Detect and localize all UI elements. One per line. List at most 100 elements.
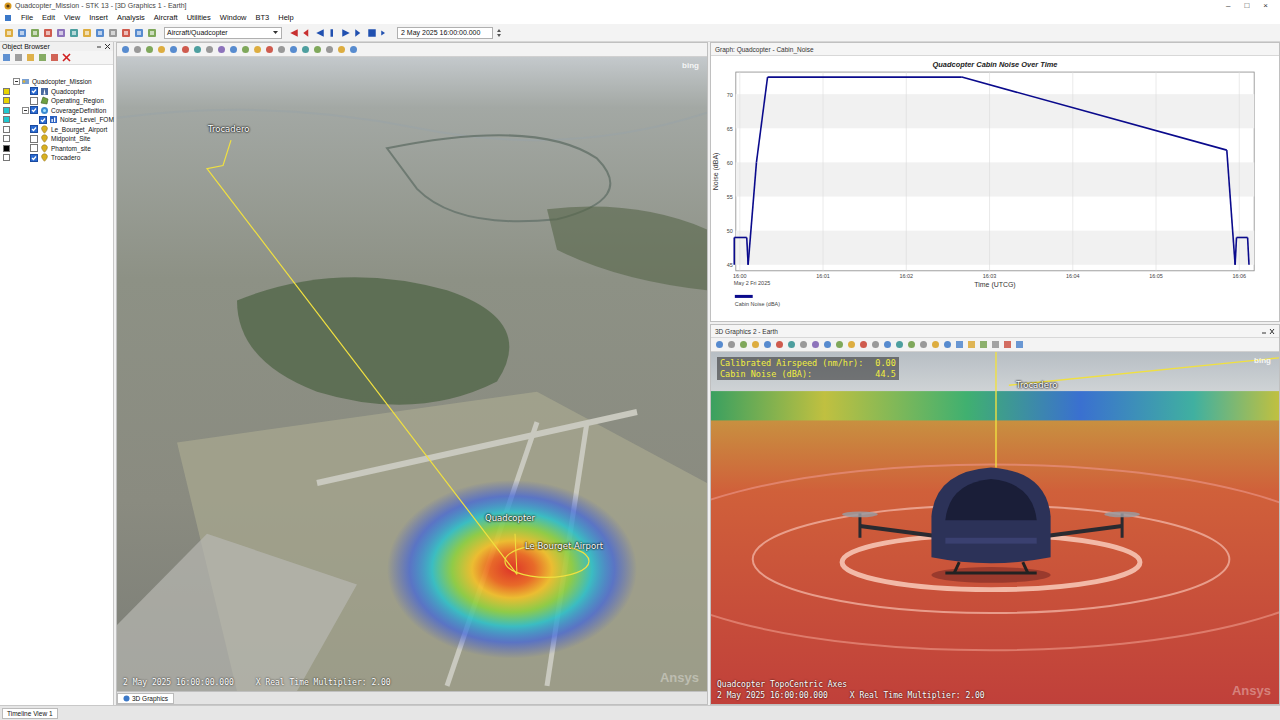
playback-icon[interactable]	[328, 28, 338, 38]
graphics-tool-icon[interactable]	[847, 340, 856, 349]
graphics-tool-icon[interactable]	[799, 340, 808, 349]
browser-tool-icon[interactable]	[2, 53, 11, 62]
collapse-icon[interactable]	[22, 107, 29, 114]
graphics-tool-icon[interactable]	[991, 340, 1000, 349]
tool-icon[interactable]	[69, 28, 79, 38]
collapse-icon[interactable]	[13, 78, 20, 85]
graphics-tool-icon[interactable]	[337, 45, 346, 54]
graphics-tool-icon[interactable]	[811, 340, 820, 349]
window-control-button[interactable]: ×	[1263, 1, 1268, 11]
graphics-tool-icon[interactable]	[919, 340, 928, 349]
menu-item[interactable]: Utilities	[187, 13, 211, 22]
graphics-tool-icon[interactable]	[181, 45, 190, 54]
graphics-tool-icon[interactable]	[193, 45, 202, 54]
graphics-tool-icon[interactable]	[727, 340, 736, 349]
menu-item[interactable]: Insert	[89, 13, 108, 22]
graphics-tool-icon[interactable]	[157, 45, 166, 54]
airport-label[interactable]: Le Bourget Airport	[525, 541, 603, 551]
visibility-checkbox[interactable]	[30, 125, 38, 133]
graphics-tool-icon[interactable]	[955, 340, 964, 349]
visibility-checkbox[interactable]	[30, 135, 38, 143]
visibility-checkbox[interactable]	[30, 144, 38, 152]
object-selector[interactable]: Aircraft/Quadcopter	[164, 27, 282, 39]
graphics-tool-icon[interactable]	[979, 340, 988, 349]
playback-icon[interactable]	[315, 28, 325, 38]
graphics-tool-icon[interactable]	[835, 340, 844, 349]
graphics-tool-icon[interactable]	[943, 340, 952, 349]
tool-icon[interactable]	[4, 28, 14, 38]
graphics-tool-icon[interactable]	[133, 45, 142, 54]
visibility-checkbox[interactable]	[30, 106, 38, 114]
graphics-tool-icon[interactable]	[169, 45, 178, 54]
document-icon[interactable]	[4, 14, 12, 22]
tool-icon[interactable]	[134, 28, 144, 38]
menu-item[interactable]: BT3	[255, 13, 269, 22]
tree-item[interactable]: Operating_Region	[0, 96, 113, 106]
3d-graphics-tab[interactable]: 3D Graphics	[117, 693, 174, 704]
menu-item[interactable]: View	[64, 13, 80, 22]
quadcopter-close-view[interactable]: Calibrated Airspeed (nm/hr):0.00Cabin No…	[711, 352, 1279, 704]
trocadero-label[interactable]: Trocadero	[1016, 380, 1057, 390]
menu-item[interactable]: File	[21, 13, 33, 22]
graphics-tool-icon[interactable]	[967, 340, 976, 349]
graphics-tool-icon[interactable]	[325, 45, 334, 54]
graphics-tool-icon[interactable]	[883, 340, 892, 349]
graphics-tool-icon[interactable]	[241, 45, 250, 54]
graphics-tool-icon[interactable]	[775, 340, 784, 349]
3d-globe-view[interactable]: TrocaderoQuadcopterLe Bourget Airportbin…	[117, 57, 707, 691]
visibility-checkbox[interactable]	[39, 116, 47, 124]
graphics-tool-icon[interactable]	[277, 45, 286, 54]
tree-item[interactable]: Midpoint_Site	[0, 134, 113, 144]
playback-icon[interactable]	[302, 28, 312, 38]
graphics-tool-icon[interactable]	[205, 45, 214, 54]
playback-icon[interactable]	[380, 28, 390, 38]
tree-item[interactable]: Le_Bourget_Airport	[0, 125, 113, 135]
graphics-tool-icon[interactable]	[907, 340, 916, 349]
animation-time-field[interactable]: 2 May 2025 16:00:00.000	[397, 27, 493, 39]
visibility-checkbox[interactable]	[30, 97, 38, 105]
tool-icon[interactable]	[56, 28, 66, 38]
browser-tool-icon[interactable]	[38, 53, 47, 62]
graphics-tool-icon[interactable]	[349, 45, 358, 54]
menu-item[interactable]: Analysis	[117, 13, 145, 22]
child-window-controls-icon[interactable]	[1261, 328, 1275, 335]
graphics-tool-icon[interactable]	[895, 340, 904, 349]
tool-icon[interactable]	[82, 28, 92, 38]
graphics-tool-icon[interactable]	[1003, 340, 1012, 349]
playback-icon[interactable]	[367, 28, 377, 38]
browser-tool-icon[interactable]	[50, 53, 59, 62]
tool-icon[interactable]	[147, 28, 157, 38]
menu-item[interactable]: Edit	[42, 13, 55, 22]
browser-tool-icon[interactable]	[14, 53, 23, 62]
quadcopter-label[interactable]: Quadcopter	[485, 513, 535, 523]
graphics-tool-icon[interactable]	[763, 340, 772, 349]
graphics-tool-icon[interactable]	[253, 45, 262, 54]
graphics-tool-icon[interactable]	[145, 45, 154, 54]
graphics-tool-icon[interactable]	[301, 45, 310, 54]
visibility-checkbox[interactable]	[30, 154, 38, 162]
window-control-button[interactable]: –	[1226, 1, 1230, 11]
graphics-tool-icon[interactable]	[313, 45, 322, 54]
graphics-tool-icon[interactable]	[289, 45, 298, 54]
playback-icon[interactable]	[354, 28, 364, 38]
tree-item[interactable]: Quadcopter	[0, 87, 113, 97]
tool-icon[interactable]	[108, 28, 118, 38]
playback-icon[interactable]	[341, 28, 351, 38]
tree-item[interactable]: Quadcopter_Mission	[0, 77, 113, 87]
tree-item[interactable]: Trocadero	[0, 153, 113, 163]
tree-item[interactable]: Noise_Level_FOM	[0, 115, 113, 125]
tool-icon[interactable]	[121, 28, 131, 38]
graphics-tool-icon[interactable]	[1015, 340, 1024, 349]
tool-icon[interactable]	[30, 28, 40, 38]
tool-icon[interactable]	[17, 28, 27, 38]
graphics-tool-icon[interactable]	[823, 340, 832, 349]
delete-icon[interactable]	[62, 53, 71, 62]
panel-controls-icon[interactable]	[95, 43, 111, 50]
graphics-tool-icon[interactable]	[871, 340, 880, 349]
graphics-tool-icon[interactable]	[265, 45, 274, 54]
tool-icon[interactable]	[95, 28, 105, 38]
visibility-checkbox[interactable]	[30, 87, 38, 95]
trocadero-label[interactable]: Trocadero	[208, 124, 249, 134]
menu-item[interactable]: Window	[220, 13, 247, 22]
tool-icon[interactable]	[43, 28, 53, 38]
